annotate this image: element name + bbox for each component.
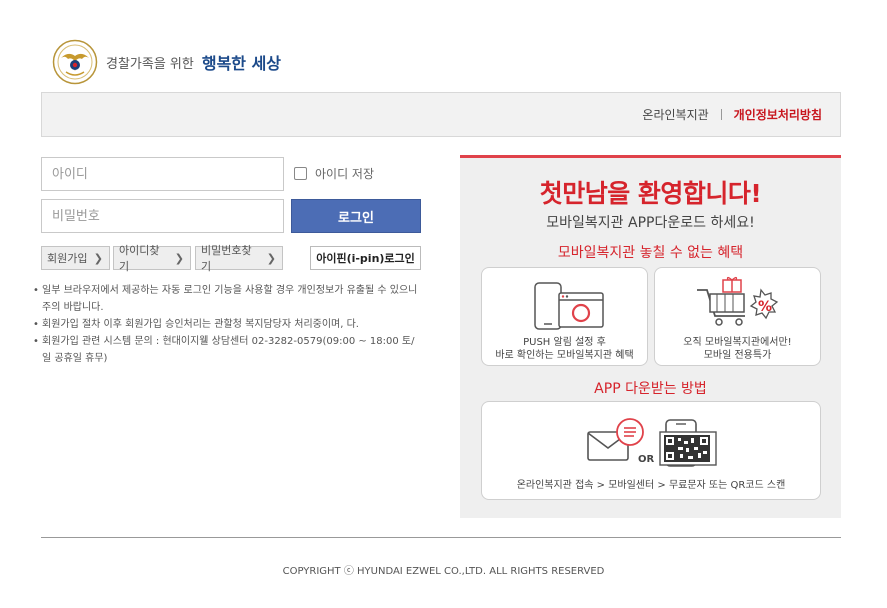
top-links: 온라인복지관 개인정보처리방침 xyxy=(642,106,822,123)
password-input[interactable] xyxy=(41,199,284,233)
exclusive-price-card: % 오직 모바일복지관에서만! 모바일 전용특가 xyxy=(654,267,821,366)
notice-item: 회원가입 관련 시스템 문의 : 현대이지웰 상담센터 02-3282-0579… xyxy=(33,333,423,367)
login-notices: 일부 브라우저에서 제공하는 자동 로그인 기능을 사용할 경우 개인정보가 유… xyxy=(33,282,423,367)
remember-id[interactable]: 아이디 저장 xyxy=(294,165,374,182)
privacy-policy-link[interactable]: 개인정보처리방침 xyxy=(734,106,822,123)
chevron-right-icon: ❯ xyxy=(266,251,276,265)
copyright-text: COPYRIGHT ⓒ HYUNDAI EZWEL CO.,LTD. ALL R… xyxy=(282,566,605,577)
promo-subtitle: 모바일복지관 APP다운로드 하세요! xyxy=(546,215,755,231)
push-benefit-text: PUSH 알림 설정 후 바로 확인하는 모바일복지관 혜택 xyxy=(495,337,634,361)
exclusive-price-text: 오직 모바일복지관에서만! 모바일 전용특가 xyxy=(683,337,792,361)
download-method-heading: APP 다운받는 방법 xyxy=(594,381,707,397)
phone-push-icon xyxy=(534,282,604,330)
chevron-right-icon: ❯ xyxy=(174,251,184,265)
site-header: 경찰가족을 위한 행복한 세상 xyxy=(52,38,281,86)
find-password-button-label: 비밀번호찾기 xyxy=(201,244,252,273)
join-button[interactable]: 회원가입 ❯ xyxy=(41,246,110,270)
benefit-heading: 모바일복지관 놓칠 수 없는 혜택 xyxy=(557,245,744,261)
header-tagline: 경찰가족을 위한 xyxy=(106,56,194,72)
chevron-right-icon: ❯ xyxy=(93,251,103,265)
join-button-label: 회원가입 xyxy=(47,252,88,265)
app-promo-panel: 첫만남을 환영합니다! 모바일복지관 APP다운로드 하세요! 모바일복지관 놓… xyxy=(460,155,841,518)
promo-title: 첫만남을 환영합니다! xyxy=(539,179,762,208)
top-navigation-bar: 온라인복지관 개인정보처리방침 xyxy=(41,92,841,137)
notice-item: 일부 브라우저에서 제공하는 자동 로그인 기능을 사용할 경우 개인정보가 유… xyxy=(33,282,423,316)
remember-id-label: 아이디 저장 xyxy=(315,167,375,181)
find-id-button-label: 아이디찾기 xyxy=(119,244,160,273)
online-welfare-link[interactable]: 온라인복지관 xyxy=(642,106,708,123)
or-label: OR xyxy=(638,454,655,465)
download-method-text: 온라인복지관 접속 > 모바일센터 > 무료문자 또는 QR코드 스캔 xyxy=(516,480,786,491)
user-id-input[interactable] xyxy=(41,157,284,191)
ipin-login-button[interactable]: 아이핀(i-pin)로그인 xyxy=(310,246,421,270)
login-button[interactable]: 로그인 xyxy=(291,199,421,233)
link-divider xyxy=(720,109,722,120)
remember-id-checkbox[interactable] xyxy=(294,167,307,180)
find-id-button[interactable]: 아이디찾기 ❯ xyxy=(113,244,191,273)
police-emblem-icon xyxy=(52,39,98,85)
push-benefit-card: PUSH 알림 설정 후 바로 확인하는 모바일복지관 혜택 xyxy=(481,267,648,366)
header-tagline-strong: 행복한 세상 xyxy=(201,54,282,73)
notice-item: 회원가입 절차 이후 회원가입 승인처리는 관할청 복지담당자 처리중이며, 다… xyxy=(33,316,423,333)
qr-code-phone-icon xyxy=(659,419,717,467)
percent-badge: % xyxy=(758,299,773,315)
download-method-card: OR 온라인복지관 접속 > 모바일센터 > 무료문자 또는 QR코드 스캔 xyxy=(481,401,821,500)
find-password-button[interactable]: 비밀번호찾기 ❯ xyxy=(195,244,283,273)
footer-divider xyxy=(41,537,841,538)
